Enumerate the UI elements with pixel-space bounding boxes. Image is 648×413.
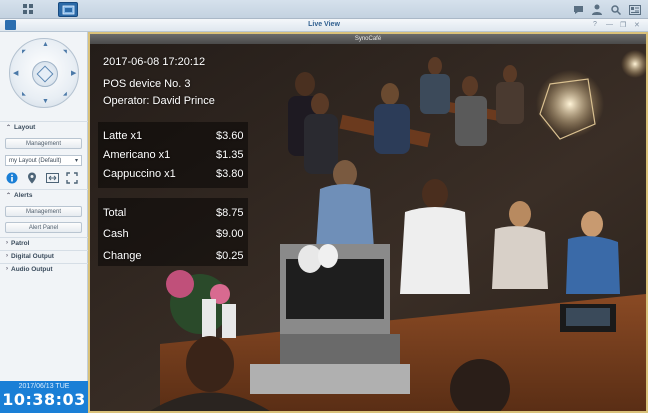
ptz-down-left-arrow-icon[interactable]: ◣ [22, 91, 26, 97]
fullscreen-button[interactable] [65, 171, 79, 185]
clock-date: 2017/06/13 TUE [18, 383, 70, 390]
search-icon [611, 4, 621, 15]
clock-time: 10:38:03 [2, 390, 86, 409]
minimize-icon[interactable]: — [606, 21, 613, 28]
layout-tool-row [5, 171, 85, 185]
grid-icon [22, 4, 33, 14]
window-title-bar: Live View ? — ❐ ✕ [0, 19, 648, 32]
pos-item-amount: $1.35 [216, 149, 244, 161]
window-title: Live View [308, 21, 340, 28]
ptz-home-button[interactable] [32, 61, 58, 87]
layout-select-value: my Layout (Default) [9, 157, 62, 164]
camera-name-label: SynoCafé [90, 34, 646, 44]
chevron-up-icon: ⌃ [6, 124, 12, 131]
pos-change-amount: $0.25 [216, 250, 244, 262]
alerts-management-button[interactable]: Management [5, 206, 82, 217]
ptz-down-right-arrow-icon[interactable]: ◢ [63, 91, 67, 97]
audio-output-section-header[interactable]: › Audio Output [0, 263, 88, 274]
pos-item-name: Cappuccino x1 [103, 168, 176, 180]
chevron-right-icon: › [6, 240, 8, 246]
alerts-section-header[interactable]: ⌃ Alerts [0, 189, 88, 200]
surveillance-app-taskbar-button[interactable] [58, 2, 78, 17]
ptz-right-arrow-icon[interactable]: ▶ [71, 69, 76, 77]
pos-change-label: Change [103, 250, 142, 262]
left-control-panel: ▲ ▼ ◀ ▶ ◤ ◥ ◣ ◢ ⌃ Layout Management my L… [0, 32, 88, 413]
layout-section-header[interactable]: ⌃ Layout [0, 121, 88, 132]
pos-timestamp: 2017-06-08 17:20:12 [103, 56, 206, 68]
info-icon [6, 172, 18, 184]
ptz-home-icon [36, 65, 54, 83]
chevron-right-icon: › [6, 266, 8, 272]
maximize-icon[interactable]: ❐ [620, 21, 626, 29]
help-icon[interactable]: ? [593, 21, 597, 28]
ptz-up-right-arrow-icon[interactable]: ◥ [63, 49, 67, 55]
widgets-icon [629, 4, 641, 15]
fullscreen-icon [66, 172, 78, 184]
patrol-section-label: Patrol [11, 239, 30, 247]
layout-select[interactable]: my Layout (Default) ▾ [5, 155, 82, 166]
chat-button[interactable] [570, 2, 586, 17]
digital-output-section-header[interactable]: › Digital Output [0, 250, 88, 261]
layout-section-label: Layout [14, 123, 36, 131]
pos-item-name: Latte x1 [103, 130, 143, 142]
ptz-left-arrow-icon[interactable]: ◀ [13, 69, 18, 77]
main-menu-button[interactable] [18, 2, 38, 17]
widgets-button[interactable] [627, 2, 643, 17]
chevron-right-icon: › [6, 253, 8, 259]
ptz-up-arrow-icon[interactable]: ▲ [42, 41, 49, 48]
layout-management-button[interactable]: Management [5, 138, 82, 149]
map-pin-icon [28, 172, 36, 184]
alert-panel-button[interactable]: Alert Panel [5, 222, 82, 233]
fit-width-button[interactable] [45, 171, 59, 185]
location-button[interactable] [25, 171, 39, 185]
digital-output-section-label: Digital Output [11, 252, 54, 260]
pos-item-name: Americano x1 [103, 149, 171, 161]
pos-item-amount: $3.80 [216, 168, 244, 180]
pos-total-label: Total [103, 207, 127, 219]
close-icon[interactable]: ✕ [634, 21, 640, 29]
patrol-section-header[interactable]: › Patrol [0, 237, 88, 248]
surveillance-app-icon [62, 5, 74, 14]
fit-width-icon [45, 173, 59, 183]
desktop-taskbar [0, 0, 648, 19]
live-video-feed[interactable]: 2017-06-08 17:20:12 POS device No. 3 Ope… [90, 44, 646, 411]
alerts-section-label: Alerts [14, 191, 33, 199]
pos-cash-label: Cash [103, 228, 129, 240]
chat-icon [573, 5, 583, 14]
audio-output-section-label: Audio Output [11, 265, 53, 273]
ptz-up-left-arrow-icon[interactable]: ◤ [22, 49, 26, 55]
info-button[interactable] [5, 171, 19, 185]
ptz-control-pad[interactable]: ▲ ▼ ◀ ▶ ◤ ◥ ◣ ◢ [9, 38, 79, 108]
chevron-down-icon: ▾ [74, 158, 78, 164]
ptz-down-arrow-icon[interactable]: ▼ [42, 98, 49, 105]
pos-device-label: POS device No. 3 [103, 78, 191, 90]
search-button[interactable] [608, 2, 624, 17]
pos-total-amount: $8.75 [216, 207, 244, 219]
user-icon [592, 4, 602, 15]
pos-item-amount: $3.60 [216, 130, 244, 142]
pos-operator-label: Operator: David Prince [103, 95, 215, 107]
user-button[interactable] [589, 2, 605, 17]
pos-cash-amount: $9.00 [216, 228, 244, 240]
clock-widget: 2017/06/13 TUE 10:38:03 [0, 381, 88, 413]
chevron-up-icon: ⌃ [6, 192, 12, 199]
